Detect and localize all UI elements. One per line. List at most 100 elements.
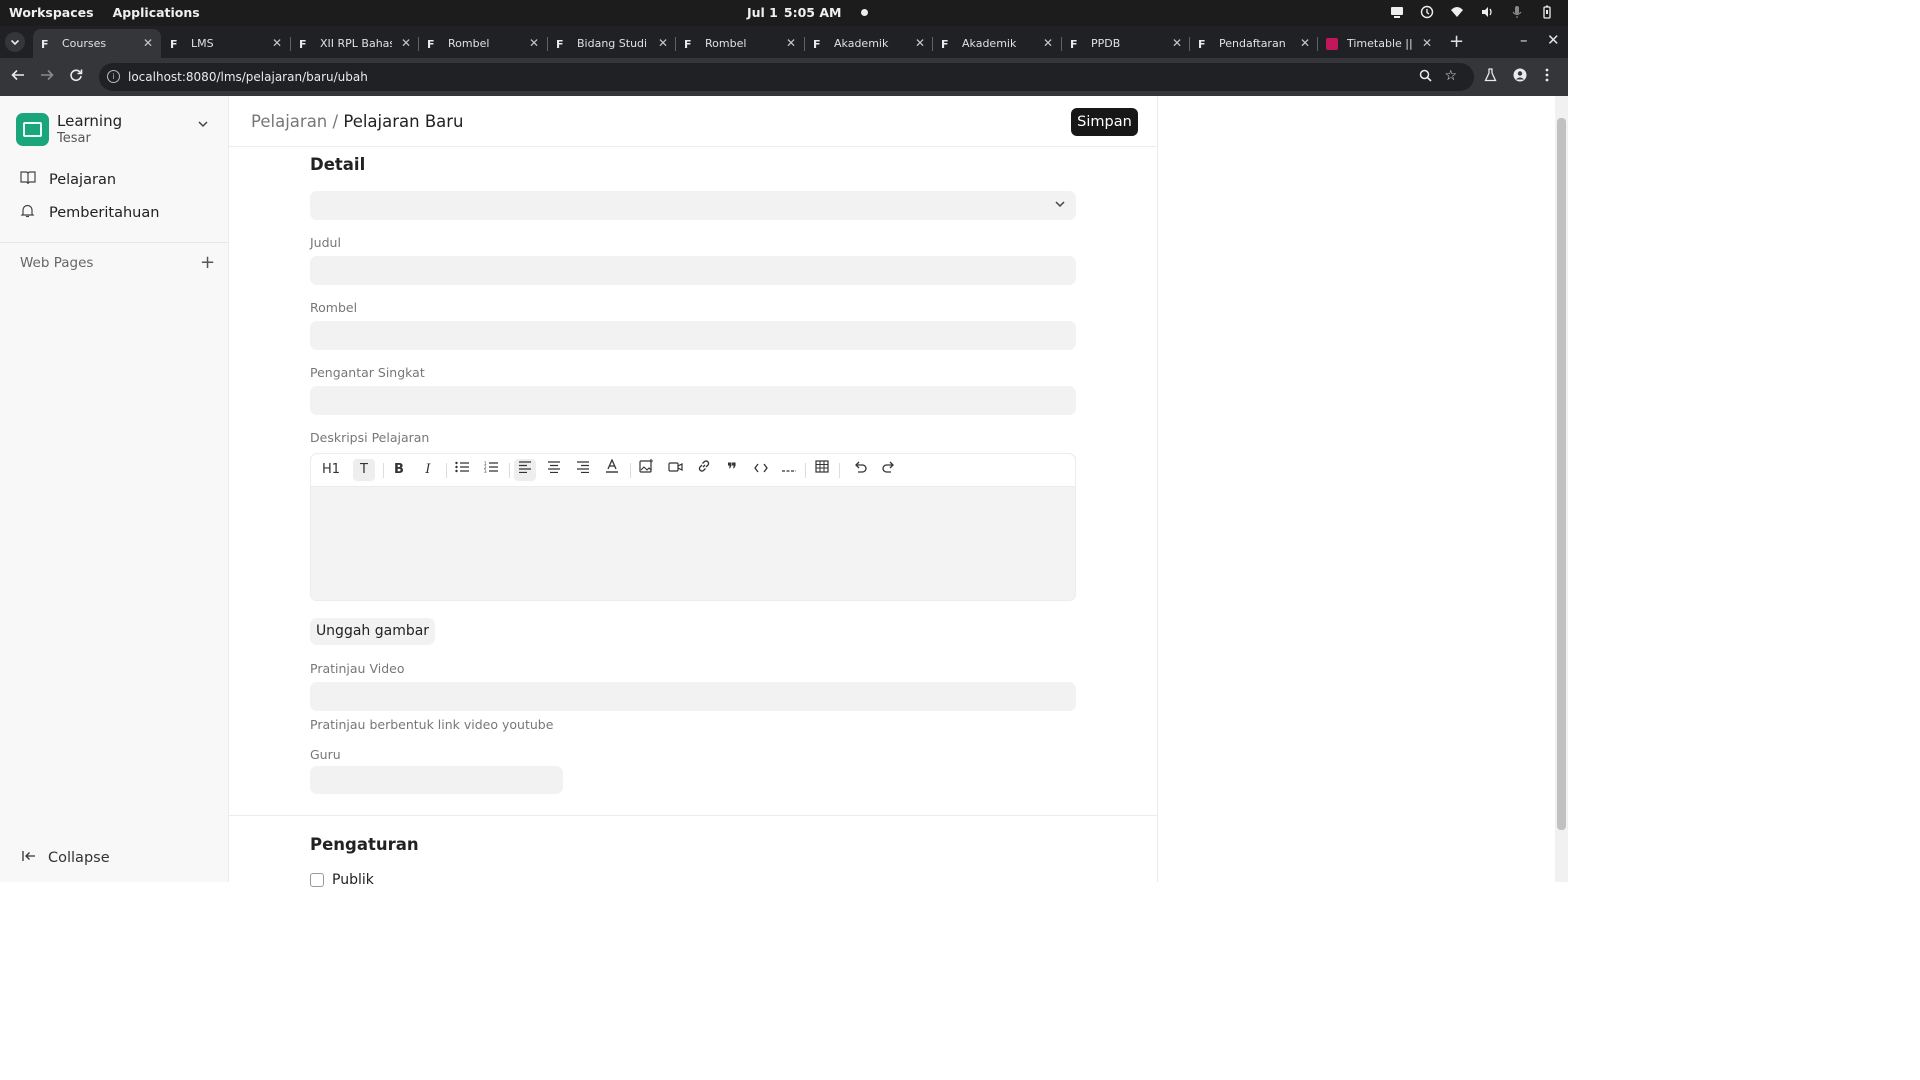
- heading-button[interactable]: H1: [320, 459, 342, 481]
- new-tab-plus-icon[interactable]: +: [1449, 31, 1464, 52]
- judul-field[interactable]: [310, 256, 1076, 285]
- browser-toolbar: i localhost:8080/lms/pelajaran/baru/ubah…: [0, 58, 1568, 96]
- checkbox-icon[interactable]: [310, 873, 324, 887]
- close-icon[interactable]: ✕: [1172, 36, 1182, 50]
- close-icon[interactable]: ✕: [915, 36, 925, 50]
- tab-courses[interactable]: F Courses ✕: [33, 29, 161, 58]
- tab-pendaftaran[interactable]: F Pendaftaran ✕: [1189, 29, 1318, 58]
- address-bar[interactable]: i localhost:8080/lms/pelajaran/baru/ubah…: [99, 63, 1474, 91]
- breadcrumb-current: Pelajaran Baru: [343, 112, 464, 131]
- link-icon[interactable]: [693, 459, 715, 481]
- insert-image-icon[interactable]: [635, 459, 657, 481]
- redo-icon[interactable]: [878, 459, 900, 481]
- breadcrumb: Pelajaran / Pelajaran Baru: [251, 112, 464, 131]
- numbered-list-icon[interactable]: 123: [480, 459, 502, 481]
- more-menu-icon[interactable]: [1545, 68, 1549, 86]
- paragraph-button[interactable]: T: [353, 459, 375, 481]
- applications-menu[interactable]: Applications: [113, 5, 200, 20]
- labs-flask-icon[interactable]: [1484, 68, 1497, 86]
- sidebar-divider: [0, 242, 229, 243]
- bold-button[interactable]: B: [388, 459, 410, 481]
- tab-timetable[interactable]: Timetable || e ✕: [1317, 29, 1440, 58]
- collapse-button[interactable]: Collapse: [22, 850, 110, 866]
- sidebar-item-pemberitahuan[interactable]: Pemberitahuan: [20, 203, 159, 222]
- screen-icon[interactable]: [1390, 5, 1404, 19]
- sidebar: Learning Tesar Pelajaran Pemberitahuan W…: [0, 96, 229, 882]
- video-label: Pratinjau Video: [310, 661, 405, 676]
- guru-field[interactable]: [310, 766, 563, 794]
- pengantar-field[interactable]: [310, 386, 1076, 415]
- tab-akademik[interactable]: F Akademik ✕: [804, 29, 933, 58]
- horizontal-rule-icon[interactable]: [778, 459, 800, 481]
- tab-ppdb[interactable]: F PPDB ✕: [1061, 29, 1190, 58]
- close-icon[interactable]: ✕: [786, 36, 796, 50]
- tab-rombel-2[interactable]: F Rombel ✕: [675, 29, 804, 58]
- tab-separator: [675, 37, 676, 51]
- add-web-page-plus-icon[interactable]: +: [200, 252, 215, 273]
- close-window-icon[interactable]: ✕: [1547, 31, 1560, 49]
- wifi-icon[interactable]: [1450, 5, 1464, 19]
- tab-label: Rombel: [448, 37, 490, 50]
- site-info-icon[interactable]: i: [107, 70, 120, 83]
- italic-button[interactable]: I: [417, 459, 439, 481]
- frappe-icon: F: [41, 37, 49, 51]
- frappe-icon: F: [427, 37, 435, 51]
- insert-video-icon[interactable]: [664, 459, 686, 481]
- close-icon[interactable]: ✕: [1300, 36, 1310, 50]
- align-center-icon[interactable]: [543, 459, 565, 481]
- font-color-icon[interactable]: [601, 458, 623, 481]
- breadcrumb-separator: /: [332, 112, 339, 131]
- update-icon[interactable]: [1420, 5, 1434, 19]
- page-scrollbar[interactable]: [1555, 96, 1568, 882]
- video-field[interactable]: [310, 682, 1076, 711]
- rombel-field[interactable]: [310, 321, 1076, 350]
- reload-icon[interactable]: [69, 68, 83, 86]
- tab-search-button[interactable]: [5, 32, 25, 52]
- workspaces-menu[interactable]: Workspaces: [9, 5, 94, 20]
- web-pages-heading: Web Pages: [20, 255, 94, 271]
- category-select[interactable]: [310, 191, 1076, 220]
- table-icon[interactable]: [811, 459, 833, 481]
- save-button[interactable]: Simpan: [1071, 108, 1138, 136]
- scrollbar-thumb[interactable]: [1557, 118, 1566, 830]
- tab-separator: [1317, 37, 1318, 51]
- profile-icon[interactable]: [1513, 68, 1527, 86]
- breadcrumb-parent[interactable]: Pelajaran: [251, 112, 327, 131]
- tab-lms[interactable]: F LMS ✕: [162, 29, 290, 58]
- align-right-icon[interactable]: [572, 459, 594, 481]
- code-icon[interactable]: [750, 459, 772, 481]
- zoom-icon[interactable]: [1419, 69, 1432, 86]
- tab-separator: [932, 37, 933, 51]
- tab-rombel[interactable]: F Rombel ✕: [418, 29, 547, 58]
- align-left-icon[interactable]: [514, 459, 536, 481]
- chevron-down-icon[interactable]: [197, 118, 209, 134]
- bookmark-star-icon[interactable]: ☆: [1444, 68, 1457, 84]
- back-icon[interactable]: [11, 68, 25, 86]
- close-icon[interactable]: ✕: [529, 36, 539, 50]
- deskripsi-label: Deskripsi Pelajaran: [310, 430, 430, 445]
- publik-checkbox[interactable]: Publik: [310, 872, 374, 888]
- tab-akademik-2[interactable]: F Akademik ✕: [932, 29, 1061, 58]
- close-icon[interactable]: ✕: [1043, 36, 1053, 50]
- close-icon[interactable]: ✕: [143, 36, 153, 50]
- close-icon[interactable]: ✕: [272, 36, 282, 50]
- app-name[interactable]: Learning: [57, 112, 122, 130]
- undo-icon[interactable]: [849, 459, 871, 481]
- description-editor[interactable]: H1 T B I 123 ❞: [310, 453, 1076, 601]
- bullet-list-icon[interactable]: [451, 459, 473, 481]
- tab-label: Akademik: [834, 37, 889, 50]
- microphone-icon[interactable]: [1510, 5, 1524, 19]
- sidebar-item-pelajaran[interactable]: Pelajaran: [20, 170, 116, 189]
- close-icon[interactable]: ✕: [1422, 36, 1432, 50]
- clock[interactable]: Jul 1 5:05 AM: [747, 5, 869, 20]
- minimize-icon[interactable]: –: [1520, 31, 1528, 49]
- battery-icon[interactable]: [1540, 5, 1554, 19]
- close-icon[interactable]: ✕: [401, 36, 411, 50]
- forward-icon[interactable]: [40, 68, 54, 86]
- volume-icon[interactable]: [1480, 5, 1494, 19]
- tab-bidang-studi[interactable]: F Bidang Studi ✕: [547, 29, 676, 58]
- tab-xii-rpl[interactable]: F XII RPL Bahasa ✕: [290, 29, 419, 58]
- close-icon[interactable]: ✕: [658, 36, 668, 50]
- upload-image-button[interactable]: Unggah gambar: [310, 618, 435, 645]
- blockquote-icon[interactable]: ❞: [721, 459, 743, 481]
